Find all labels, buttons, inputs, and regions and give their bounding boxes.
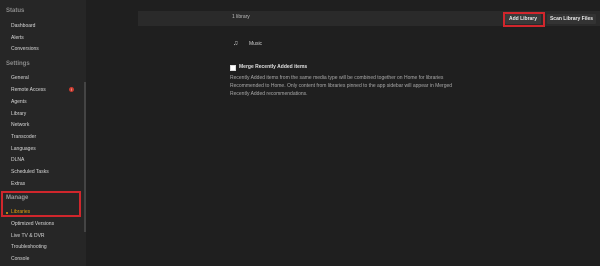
sidebar-item-agents[interactable]: Agents: [11, 99, 27, 105]
sidebar-item-general[interactable]: General: [11, 75, 29, 81]
sidebar-item-scheduled-tasks[interactable]: Scheduled Tasks: [11, 169, 49, 175]
library-name: Music: [249, 41, 263, 47]
merge-recently-added-checkbox[interactable]: [230, 65, 236, 71]
scan-library-files-button[interactable]: Scan Library Files: [547, 14, 596, 24]
section-status-heading: Status: [6, 8, 25, 14]
main-content: [90, 0, 600, 266]
sidebar-item-languages[interactable]: Languages: [11, 146, 36, 152]
music-note-icon: ♫: [233, 40, 239, 47]
settings-sidebar: Status Dashboard Alerts Conversions Sett…: [0, 0, 86, 266]
sidebar-item-network[interactable]: Network: [11, 122, 29, 128]
sidebar-item-transcoder[interactable]: Transcoder: [11, 134, 36, 140]
sidebar-item-dlna[interactable]: DLNA: [11, 157, 24, 163]
sidebar-item-conversions[interactable]: Conversions: [11, 46, 39, 52]
library-count: 1 library: [232, 14, 250, 20]
add-library-highlight-box: [503, 12, 545, 27]
sidebar-item-troubleshooting[interactable]: Troubleshooting: [11, 244, 47, 250]
merge-recently-added-label[interactable]: Merge Recently Added items: [239, 64, 307, 70]
sidebar-item-live-tv-dvr[interactable]: Live TV & DVR: [11, 233, 45, 239]
merge-recently-added-description: Recently Added items from the same media…: [230, 75, 453, 97]
remote-access-warning-badge: !: [69, 87, 74, 92]
sidebar-item-remote-access[interactable]: Remote Access: [11, 87, 46, 93]
sidebar-item-console[interactable]: Console: [11, 256, 29, 262]
sidebar-item-alerts[interactable]: Alerts: [11, 35, 24, 41]
sidebar-item-dashboard[interactable]: Dashboard: [11, 23, 35, 29]
sidebar-item-library[interactable]: Library: [11, 111, 26, 117]
sidebar-item-extras[interactable]: Extras: [11, 181, 25, 187]
manage-highlight-box: [1, 191, 81, 217]
sidebar-item-optimized-versions[interactable]: Optimized Versions: [11, 221, 54, 227]
section-settings-heading: Settings: [6, 61, 30, 67]
sidebar-scrollbar[interactable]: [84, 82, 86, 232]
